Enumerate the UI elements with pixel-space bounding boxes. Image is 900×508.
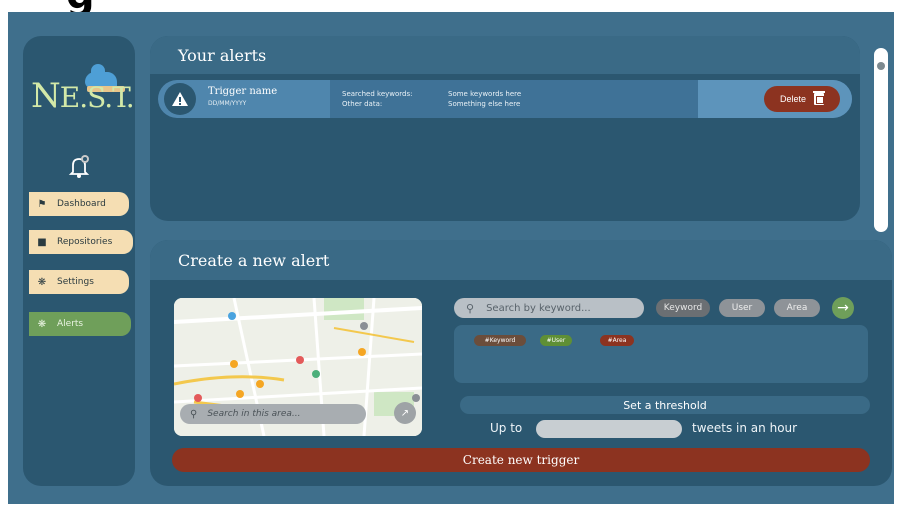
keywords-value: Some keywords here xyxy=(448,90,522,98)
scrollbar[interactable] xyxy=(874,48,888,232)
folder-icon: ■ xyxy=(37,236,47,248)
alerts-panel-title: Your alerts xyxy=(178,45,267,65)
map-view[interactable]: ⚲ Search in this area... ↗ xyxy=(174,298,422,436)
sidebar: NE.S.T. ⚑ Dashboard ■ Repositories ❋ Set… xyxy=(23,36,135,486)
alert-row[interactable]: Trigger name DD/MM/YYYY Searched keyword… xyxy=(158,80,852,118)
other-data-label: Other data: xyxy=(342,100,383,108)
alerts-panel-header: Your alerts xyxy=(150,36,860,74)
sidebar-item-label: Alerts xyxy=(57,319,84,329)
filter-pill-keyword[interactable]: Keyword xyxy=(656,299,710,317)
create-alert-panel: Create a new alert ⚲ Search in this area… xyxy=(150,240,892,486)
app-window: NE.S.T. ⚑ Dashboard ■ Repositories ❋ Set… xyxy=(8,12,894,504)
map-search-placeholder: Search in this area... xyxy=(207,409,301,419)
filter-pill-area[interactable]: Area xyxy=(774,299,820,317)
tag-keyword[interactable]: #Keyword xyxy=(474,335,526,346)
threshold-input[interactable] xyxy=(536,420,682,438)
sidebar-item-dashboard[interactable]: ⚑ Dashboard xyxy=(29,192,129,216)
keyword-search-input[interactable]: ⚲ Search by keyword... xyxy=(454,298,644,318)
sidebar-item-label: Repositories xyxy=(57,237,113,247)
nest-logo: NE.S.T. xyxy=(31,62,135,122)
notification-bell-icon[interactable] xyxy=(67,154,91,180)
alert-trigger-block: Trigger name DD/MM/YYYY xyxy=(158,80,330,118)
create-trigger-button[interactable]: Create new trigger xyxy=(172,448,870,472)
search-icon: ⚲ xyxy=(190,408,198,420)
expand-map-button[interactable]: ↗ xyxy=(394,402,416,424)
delete-button[interactable]: Delete xyxy=(764,86,840,112)
threshold-heading: Set a threshold xyxy=(460,396,870,414)
tag-user[interactable]: #User xyxy=(540,335,572,346)
delete-label: Delete xyxy=(779,94,806,104)
sidebar-item-label: Dashboard xyxy=(57,199,106,209)
sidebar-item-alerts[interactable]: ❋ Alerts xyxy=(29,312,131,336)
tweets-per-hour-label: tweets in an hour xyxy=(692,421,798,435)
warning-icon xyxy=(164,83,196,115)
trigger-name: Trigger name xyxy=(208,86,278,97)
keyword-search-placeholder: Search by keyword... xyxy=(486,302,591,314)
trash-icon xyxy=(813,91,825,105)
create-panel-title: Create a new alert xyxy=(178,250,330,270)
gear-icon: ❋ xyxy=(37,276,47,288)
sidebar-item-settings[interactable]: ❋ Settings xyxy=(29,270,129,294)
create-panel-header: Create a new alert xyxy=(150,240,892,280)
other-data-value: Something else here xyxy=(448,100,521,108)
search-icon: ⚲ xyxy=(466,301,475,315)
alert-actions: Delete xyxy=(698,80,852,118)
add-filter-arrow-button[interactable]: → xyxy=(832,297,854,319)
tag-area[interactable]: #Area xyxy=(600,335,634,346)
keywords-label: Searched keywords: xyxy=(342,90,413,98)
map-search-input[interactable]: ⚲ Search in this area... xyxy=(180,404,366,424)
sidebar-item-repositories[interactable]: ■ Repositories xyxy=(29,230,133,254)
trigger-date: DD/MM/YYYY xyxy=(208,100,247,107)
sidebar-item-label: Settings xyxy=(57,277,94,287)
scrollbar-thumb[interactable] xyxy=(877,62,885,70)
logo-text: NE.S.T. xyxy=(31,76,135,116)
upto-label: Up to xyxy=(490,421,523,435)
filter-pill-user[interactable]: User xyxy=(719,299,765,317)
alerts-panel: Your alerts Trigger name DD/MM/YYYY Sear… xyxy=(150,36,860,221)
gear-icon: ❋ xyxy=(37,318,47,330)
home-icon: ⚑ xyxy=(37,198,47,210)
selected-tags-box: #Keyword #User #Area xyxy=(454,325,868,383)
